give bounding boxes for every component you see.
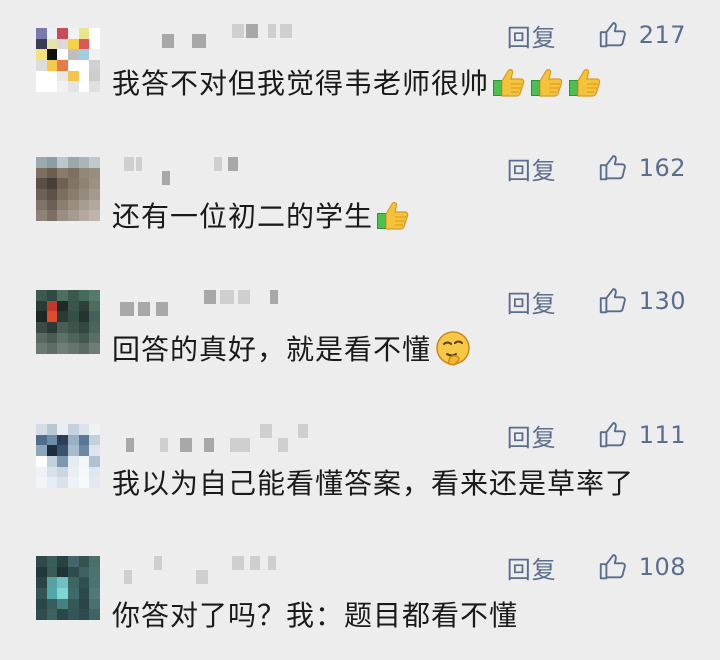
like-thumb-icon[interactable] [597, 420, 627, 450]
like-count: 217 [638, 21, 686, 49]
comment-item: 回复 108 你答对了吗？我：题目都看不懂 [0, 550, 720, 660]
like-thumb-icon[interactable] [597, 153, 627, 183]
comment-text-content: 你答对了吗？我：题目都看不懂 [112, 599, 519, 632]
comment-actions: 回复 111 [507, 418, 686, 452]
like-thumb-icon[interactable] [597, 552, 627, 582]
comment-text: 你答对了吗？我：题目都看不懂 [112, 594, 518, 634]
thumbs-up-icon [567, 66, 603, 98]
like-count: 111 [638, 421, 686, 449]
thumbs-up-icon [529, 66, 565, 98]
avatar[interactable] [36, 157, 100, 221]
comment-text: 回答的真好，就是看不懂 [112, 328, 471, 368]
comment-text-content: 我答不对但我觉得韦老师很帅 [112, 67, 490, 100]
comment-text: 我以为自己能看懂答案，看来还是草率了 [112, 462, 634, 502]
like-count: 162 [638, 154, 686, 182]
reply-button[interactable]: 回复 [507, 418, 557, 453]
username-blurred[interactable] [120, 157, 290, 185]
username-blurred[interactable] [120, 24, 292, 48]
avatar[interactable] [36, 556, 100, 620]
comment-text: 还有一位初二的学生 [112, 195, 411, 235]
avatar[interactable] [36, 290, 100, 354]
thumbs-up-icon [491, 66, 527, 98]
username-blurred[interactable] [120, 290, 290, 316]
comment-text-content: 我以为自己能看懂答案，看来还是草率了 [112, 467, 635, 500]
username-blurred[interactable] [120, 424, 308, 452]
thinking-face-icon [435, 330, 471, 366]
comment-text-content: 还有一位初二的学生 [112, 200, 374, 233]
comment-actions: 回复 108 [507, 550, 686, 584]
comment-text: 我答不对但我觉得韦老师很帅 [112, 62, 603, 102]
reply-button[interactable]: 回复 [507, 550, 557, 585]
like-count: 108 [638, 553, 686, 581]
avatar[interactable] [36, 28, 100, 92]
comment-actions: 回复 130 [507, 284, 686, 318]
reply-button[interactable]: 回复 [507, 18, 557, 53]
like-count: 130 [638, 287, 686, 315]
comment-item: 回复 217 我答不对但我觉得韦老师很帅 [0, 18, 720, 128]
comment-text-content: 回答的真好，就是看不懂 [112, 333, 432, 366]
comment-item: 回复 162 还有一位初二的学生 [0, 151, 720, 261]
comment-actions: 回复 217 [507, 18, 686, 52]
reply-button[interactable]: 回复 [507, 151, 557, 186]
comment-actions: 回复 162 [507, 151, 686, 185]
like-thumb-icon[interactable] [597, 286, 627, 316]
like-thumb-icon[interactable] [597, 20, 627, 50]
thumbs-up-icon [375, 199, 411, 231]
comment-item: 回复 130 回答的真好，就是看不懂 [0, 284, 720, 394]
reply-button[interactable]: 回复 [507, 284, 557, 319]
comment-item: 回复 111 我以为自己能看懂答案，看来还是草率了 [0, 418, 720, 528]
username-blurred[interactable] [120, 556, 290, 584]
avatar[interactable] [36, 424, 100, 488]
